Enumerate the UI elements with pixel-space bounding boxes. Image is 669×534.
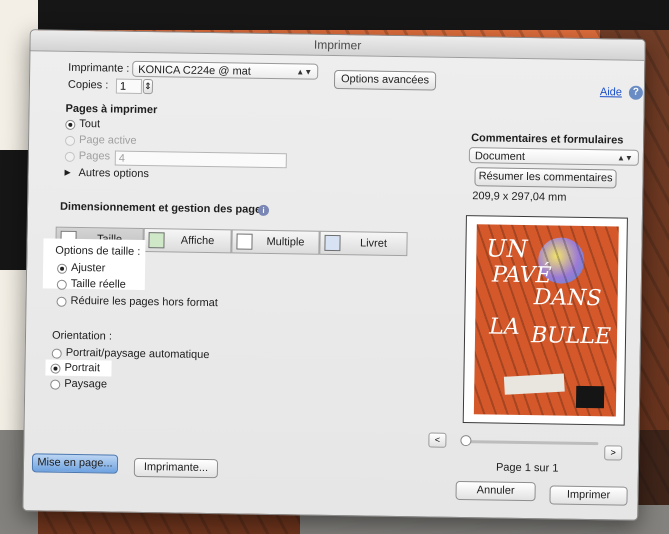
orientation-label: Orientation : bbox=[51, 329, 113, 343]
page-info: Page 1 sur 1 bbox=[495, 461, 559, 475]
page-size-label: 209,9 x 297,04 mm bbox=[472, 190, 567, 204]
radio-pages-label: Pages bbox=[78, 149, 111, 163]
radio-auto-orientation-label: Portrait/paysage automatique bbox=[65, 346, 210, 362]
page-slider-track[interactable] bbox=[464, 440, 599, 446]
comments-heading: Commentaires et formulaires bbox=[471, 132, 624, 147]
cancel-button[interactable]: Annuler bbox=[455, 480, 536, 502]
radio-ajuster-label: Ajuster bbox=[70, 261, 106, 275]
poster-line: DANS bbox=[533, 285, 602, 312]
tab-multiple[interactable]: Multiple bbox=[231, 229, 320, 255]
advanced-options-button[interactable]: Options avancées bbox=[333, 69, 437, 91]
poster-logo bbox=[575, 385, 605, 409]
info-icon[interactable]: i bbox=[257, 204, 270, 216]
radio-page-active[interactable] bbox=[64, 135, 76, 146]
printer-label: Imprimante : bbox=[68, 61, 130, 75]
printer-select[interactable]: KONICA C224e @ mat ▲▼ bbox=[132, 60, 319, 80]
disclosure-triangle-icon[interactable]: ▶ bbox=[65, 168, 71, 177]
updown-arrows-icon: ▲▼ bbox=[616, 153, 633, 163]
tab-livret-label: Livret bbox=[359, 237, 388, 250]
copies-input[interactable]: 1 bbox=[115, 78, 143, 94]
tab-livret[interactable]: Livret bbox=[319, 230, 408, 257]
print-button[interactable]: Imprimer bbox=[549, 485, 628, 506]
radio-paysage[interactable] bbox=[50, 379, 61, 390]
next-page-button[interactable]: > bbox=[604, 445, 623, 461]
printer-settings-button[interactable]: Imprimante... bbox=[133, 457, 219, 479]
radio-paysage-label: Paysage bbox=[64, 377, 108, 391]
page-slider-knob[interactable] bbox=[460, 435, 472, 447]
poster-tiles-icon bbox=[148, 232, 165, 249]
size-options-label: Options de taille : bbox=[55, 244, 141, 258]
multiple-pages-icon bbox=[236, 233, 253, 250]
radio-portrait-label: Portrait bbox=[64, 361, 101, 375]
copies-stepper[interactable]: ⇕ bbox=[142, 78, 154, 95]
page-setup-button[interactable]: Mise en page... bbox=[31, 453, 119, 474]
tab-multiple-label: Multiple bbox=[266, 235, 305, 249]
updown-arrows-icon: ▲▼ bbox=[296, 67, 313, 77]
poster-image: UN PAVÉ DANS LA BULLE bbox=[473, 224, 619, 417]
radio-reduire[interactable] bbox=[56, 296, 67, 307]
radio-portrait[interactable] bbox=[50, 363, 61, 374]
radio-auto-orientation[interactable] bbox=[51, 348, 62, 359]
copies-label: Copies : bbox=[67, 78, 109, 92]
radio-ajuster[interactable] bbox=[56, 263, 68, 274]
help-link[interactable]: Aide bbox=[600, 86, 622, 98]
printer-value: KONICA C224e @ mat bbox=[138, 63, 251, 78]
poster-line: UN bbox=[486, 234, 528, 264]
help-icon[interactable]: ? bbox=[628, 85, 644, 100]
pages-range-input[interactable]: 4 bbox=[114, 150, 287, 169]
radio-tout[interactable] bbox=[65, 119, 76, 130]
poster-line: LA bbox=[489, 314, 520, 340]
radio-reduire-label: Réduire les pages hors format bbox=[70, 294, 218, 310]
tab-affiche[interactable]: Affiche bbox=[143, 228, 232, 254]
pages-heading: Pages à imprimer bbox=[65, 102, 158, 117]
print-preview: UN PAVÉ DANS LA BULLE bbox=[462, 215, 628, 426]
radio-tout-label: Tout bbox=[79, 117, 101, 131]
comments-select-value: Document bbox=[474, 150, 526, 163]
more-options-link[interactable]: Autres options bbox=[78, 167, 149, 180]
radio-taille-reelle-label: Taille réelle bbox=[70, 277, 126, 291]
prev-page-button[interactable]: < bbox=[428, 432, 447, 448]
radio-taille-reelle[interactable] bbox=[56, 279, 67, 290]
poster-paper-strip bbox=[503, 373, 565, 395]
radio-page-active-label: Page active bbox=[78, 133, 137, 147]
radio-pages[interactable] bbox=[64, 151, 75, 162]
poster-line: BULLE bbox=[530, 323, 612, 350]
booklet-icon bbox=[324, 234, 341, 252]
summarize-comments-button[interactable]: Résumer les commentaires bbox=[474, 167, 617, 189]
comments-select[interactable]: Document ▲▼ bbox=[468, 147, 640, 166]
background-band bbox=[0, 0, 669, 30]
tab-affiche-label: Affiche bbox=[180, 234, 215, 248]
sizing-heading: Dimensionnement et gestion des pages bbox=[59, 200, 268, 216]
print-dialog: Imprimer Imprimante : KONICA C224e @ mat… bbox=[22, 29, 646, 521]
